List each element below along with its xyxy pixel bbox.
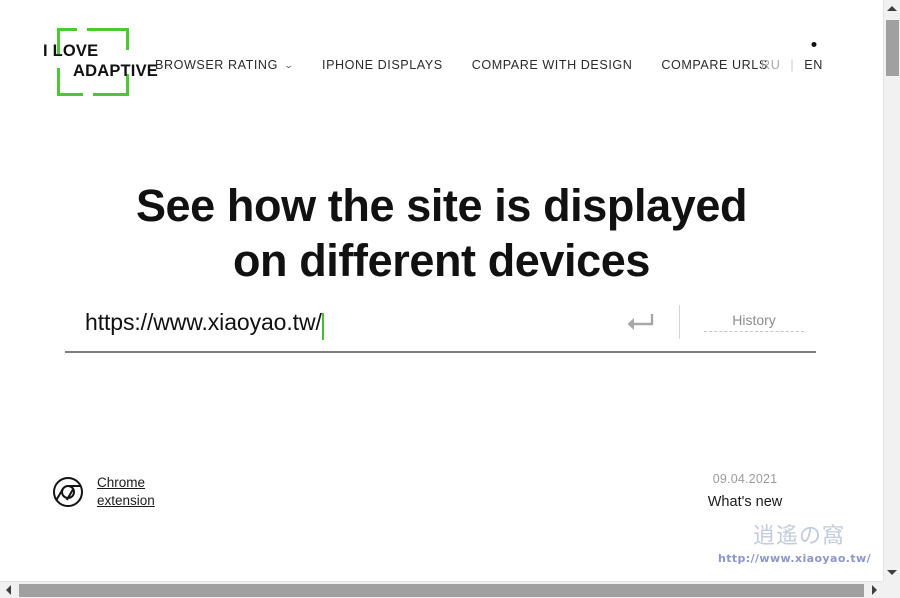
logo-text: I LOVE ADAPTIVE: [42, 41, 158, 81]
site-logo[interactable]: I LOVE ADAPTIVE: [42, 28, 158, 100]
page-title-bold: is displayed: [494, 180, 748, 232]
watermark-url: http://www.xiaoyao.tw/: [717, 552, 871, 565]
whats-new-date: 09.04.2021: [712, 472, 778, 486]
scroll-up-button[interactable]: [884, 0, 900, 17]
browser-viewport: I LOVE ADAPTIVE BROWSER RATING ⌄ IPHONE …: [0, 0, 900, 598]
site-header: I LOVE ADAPTIVE BROWSER RATING ⌄ IPHONE …: [0, 0, 883, 120]
history-link[interactable]: History: [704, 312, 804, 332]
chrome-extension-line-2: extension: [97, 493, 155, 508]
vertical-scrollbar[interactable]: [883, 0, 900, 581]
submit-button[interactable]: [609, 302, 671, 342]
enter-return-arrow-icon: [625, 311, 655, 333]
arrow-right-icon: [872, 585, 877, 595]
language-option-en-label: EN: [804, 58, 823, 72]
page-title: See how the site is displayed on differe…: [0, 178, 883, 288]
nav-item-label: BROWSER RATING: [155, 58, 278, 72]
nav-item-browser-rating[interactable]: BROWSER RATING ⌄: [155, 58, 295, 72]
language-option-en[interactable]: EN: [804, 42, 823, 72]
chrome-extension-line-1: Chrome: [97, 475, 146, 490]
text-cursor: [321, 312, 324, 340]
watermark-characters: 逍遙の窩: [752, 524, 845, 549]
nav-item-iphone-displays[interactable]: IPHONE DISPLAYS: [322, 58, 443, 72]
url-input[interactable]: https://www.xiaoyao.tw/: [65, 293, 609, 351]
page-title-normal: See how the site: [135, 180, 495, 232]
scrollbar-corner: [883, 581, 900, 598]
whats-new-block: 09.04.2021 What's new: [665, 472, 825, 510]
url-form: https://www.xiaoyao.tw/ History: [65, 293, 816, 353]
nav-item-compare-urls[interactable]: COMPARE URLS: [661, 58, 767, 72]
horizontal-scrollbar-thumb[interactable]: [19, 584, 864, 597]
scroll-right-button[interactable]: [866, 582, 883, 598]
language-switcher: RU | EN: [761, 42, 823, 72]
language-separator: |: [790, 58, 795, 72]
chrome-extension-label: Chrome extension: [97, 474, 155, 510]
form-divider: [679, 305, 680, 339]
chevron-down-icon: ⌄: [283, 59, 295, 70]
vertical-scrollbar-thumb[interactable]: [886, 20, 899, 76]
main-navigation: BROWSER RATING ⌄ IPHONE DISPLAYS COMPARE…: [155, 58, 768, 72]
active-language-dot-icon: [811, 42, 817, 47]
page-title-line-2: on different devices: [232, 235, 651, 287]
chrome-extension-link[interactable]: Chrome extension: [52, 474, 155, 510]
arrow-left-icon: [6, 585, 11, 595]
logo-line-2: ADAPTIVE: [72, 62, 158, 80]
logo-line-1: I LOVE: [43, 42, 99, 60]
nav-item-compare-with-design[interactable]: COMPARE WITH DESIGN: [472, 58, 633, 72]
horizontal-scrollbar[interactable]: [0, 581, 900, 598]
watermark: 逍遙の窩 http://www.xiaoyao.tw/: [715, 524, 875, 572]
arrow-down-icon: [887, 570, 897, 575]
page-content: I LOVE ADAPTIVE BROWSER RATING ⌄ IPHONE …: [0, 0, 883, 572]
scroll-down-button[interactable]: [884, 564, 900, 581]
language-option-ru[interactable]: RU: [761, 58, 780, 72]
scroll-left-button[interactable]: [0, 582, 17, 598]
whats-new-link[interactable]: What's new: [665, 494, 825, 510]
arrow-up-icon: [887, 6, 897, 11]
chrome-logo-icon: [52, 476, 84, 508]
page-title-line-1: See how the site is displayed: [0, 178, 883, 233]
url-input-value: https://www.xiaoyao.tw/: [85, 308, 322, 335]
